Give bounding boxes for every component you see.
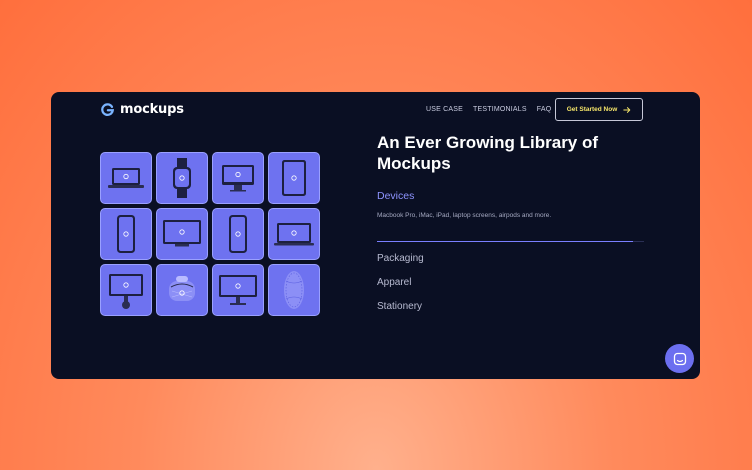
chat-widget-button[interactable] [665, 344, 694, 373]
chat-icon [673, 352, 686, 365]
category-apparel[interactable]: Apparel [377, 277, 411, 288]
category-description: Macbook Pro, iMac, iPad, laptop screens,… [377, 212, 552, 219]
get-started-label: Get Started Now [566, 106, 618, 113]
monitor-tile[interactable] [156, 208, 208, 260]
nav-testimonials[interactable]: TESTIMONIALS [473, 106, 527, 113]
get-started-button[interactable]: Get Started Now [555, 98, 643, 121]
iphone-icon [117, 215, 135, 253]
macbook-icon [108, 168, 144, 188]
page-title: An Ever Growing Library of Mockups [377, 133, 599, 173]
airpods-case-tile[interactable] [156, 264, 208, 316]
category-stationery[interactable]: Stationery [377, 301, 422, 312]
brand-name: mockups [120, 102, 184, 117]
laptop-icon [274, 223, 314, 246]
imac-tile[interactable] [212, 152, 264, 204]
category-devices[interactable]: Devices [377, 190, 414, 202]
arrow-right-icon [623, 106, 631, 113]
laptop-tile[interactable] [268, 208, 320, 260]
smartwatch-tile[interactable] [156, 152, 208, 204]
brand-logo[interactable]: mockups [100, 102, 184, 117]
smartwatch-icon [173, 158, 191, 198]
mockup-grid [100, 152, 320, 316]
imac-stand-icon [109, 274, 143, 309]
iphone-tile[interactable] [100, 208, 152, 260]
monitor-icon [163, 220, 201, 247]
display-icon [219, 275, 257, 305]
hero-card: mockups USE CASE TESTIMONIALS FAQ Get St… [51, 92, 700, 379]
ipad-icon [282, 160, 306, 196]
category-progress-bar [377, 241, 644, 242]
nav-faq[interactable]: FAQ [537, 106, 552, 113]
category-packaging[interactable]: Packaging [377, 253, 424, 264]
iphone-frame-icon [229, 215, 247, 253]
nav-use-case[interactable]: USE CASE [426, 106, 463, 113]
iphone-frame-tile[interactable] [212, 208, 264, 260]
g-logo-icon [101, 103, 115, 116]
airpods-case-icon [169, 276, 195, 301]
ipad-tile[interactable] [268, 152, 320, 204]
category-progress-fill [377, 241, 634, 242]
top-nav: USE CASE TESTIMONIALS FAQ [426, 106, 551, 113]
imac-icon [222, 165, 254, 192]
imac-stand-tile[interactable] [100, 264, 152, 316]
mouse-tile[interactable] [268, 264, 320, 316]
display-tile[interactable] [212, 264, 264, 316]
macbook-tile[interactable] [100, 152, 152, 204]
mouse-icon [284, 271, 304, 309]
